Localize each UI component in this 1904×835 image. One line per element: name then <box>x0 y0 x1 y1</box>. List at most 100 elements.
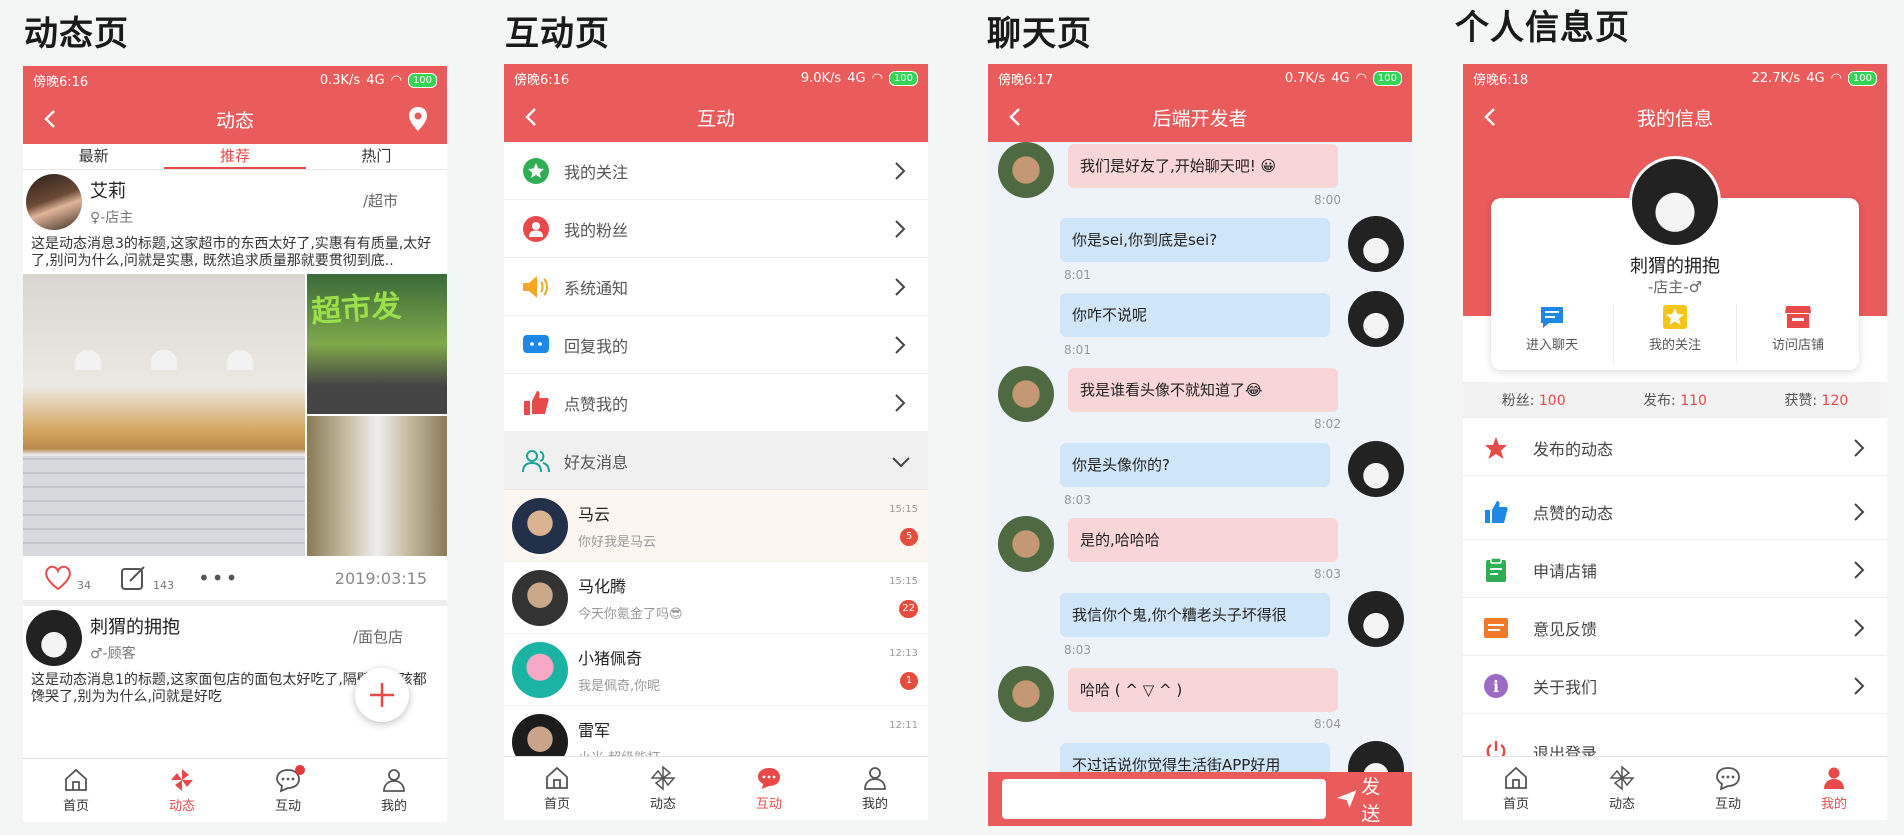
avatar[interactable] <box>1348 741 1404 772</box>
chat-bubble[interactable]: 你是sei,你到底是sei? <box>1060 218 1330 262</box>
send-button[interactable]: 发送 <box>1336 772 1398 826</box>
avatar[interactable] <box>1348 216 1404 272</box>
stat-posts[interactable]: 发布: 110 <box>1643 390 1707 410</box>
post-tag[interactable]: /面包店 <box>353 626 403 647</box>
page-title-interact: 互动页 <box>505 14 610 54</box>
post-header: 艾莉 ♀-店主 /超市 <box>23 170 447 234</box>
chat-bubble[interactable]: 你咋不说呢 <box>1060 293 1330 337</box>
tab-hot[interactable]: 热门 <box>306 144 447 169</box>
tab-moments[interactable]: 动态 <box>610 757 716 820</box>
tab-bar: 首页 动态 互动 我的 <box>1463 756 1887 820</box>
message-input[interactable] <box>1002 779 1326 819</box>
chat-bubble[interactable]: 我是谁看头像不就知道了😂 <box>1068 368 1338 412</box>
menu-item-about[interactable]: i 关于我们 <box>1463 658 1887 714</box>
tab-home[interactable]: 首页 <box>504 757 610 820</box>
tab-bar: 首页 动态 互动 我的 <box>504 756 928 820</box>
back-icon[interactable] <box>1479 105 1503 129</box>
profile-avatar[interactable] <box>1629 156 1721 248</box>
chevron-right-icon <box>895 220 906 238</box>
wifi-icon: ◠ <box>1830 70 1842 86</box>
chat-bubble[interactable]: 我信你个鬼,你个糟老头子坏得很 <box>1060 593 1330 637</box>
avatar[interactable] <box>26 610 82 666</box>
tab-label: 动态 <box>168 799 195 814</box>
tab-label: 我的 <box>380 799 407 814</box>
avatar[interactable] <box>998 366 1054 422</box>
menu-label: 系统通知 <box>564 278 629 298</box>
chat-input-bar: 发送 <box>988 772 1412 826</box>
post-tag[interactable]: /超市 <box>363 190 398 211</box>
back-icon[interactable] <box>520 105 544 129</box>
tab-moments[interactable]: 动态 <box>1569 757 1675 820</box>
tab-mine[interactable]: 我的 <box>1781 757 1887 820</box>
enter-chat-button[interactable]: 进入聊天 <box>1491 304 1614 364</box>
chat-bubble[interactable]: 不过话说你觉得生活街APP好用 <box>1060 743 1330 772</box>
comment-icon[interactable] <box>119 565 147 591</box>
visit-store-button[interactable]: 访问店铺 <box>1737 304 1859 364</box>
add-post-button[interactable] <box>355 668 409 722</box>
menu-item-my-posts[interactable]: 发布的动态 <box>1463 420 1887 476</box>
avatar[interactable] <box>998 516 1054 572</box>
menu-item-apply-store[interactable]: 申请店铺 <box>1463 542 1887 598</box>
chat-bubble[interactable]: 你是头像你的? <box>1060 443 1330 487</box>
menu-item-replies[interactable]: 回复我的 <box>504 316 928 374</box>
menu-item-feedback[interactable]: 意见反馈 <box>1463 600 1887 656</box>
friend-item[interactable]: 小猪佩奇 我是佩奇,你呢 12:13 1 <box>504 634 928 706</box>
avatar[interactable] <box>26 174 82 230</box>
send-icon <box>1336 790 1357 808</box>
avatar[interactable] <box>1348 441 1404 497</box>
friends-section-header[interactable]: 好友消息 <box>504 432 928 490</box>
avatar[interactable] <box>1348 591 1404 647</box>
chat-area[interactable]: 我们是好友了,开始聊天吧! 😀 8:00 你是sei,你到底是sei? 8:01… <box>988 142 1412 772</box>
menu-item-liked-posts[interactable]: 点赞的动态 <box>1463 484 1887 540</box>
status-speed: 9.0K/s <box>800 70 842 86</box>
bakery-image[interactable] <box>23 274 305 556</box>
supermarket-sign-image[interactable]: 超市发 <box>307 274 447 414</box>
avatar <box>512 497 568 554</box>
avatar[interactable] <box>1348 291 1404 347</box>
battery-icon: 100 <box>888 70 918 86</box>
chat-bubble[interactable]: 我们是好友了,开始聊天吧! 😀 <box>1068 144 1338 188</box>
tab-home[interactable]: 首页 <box>1463 757 1569 820</box>
chat-bubble[interactable]: 哈哈 ( ^ ▽ ^ ) <box>1068 668 1338 712</box>
tab-interact[interactable]: 互动 <box>716 757 822 820</box>
post-images[interactable]: 超市发 <box>23 274 447 556</box>
tab-mine[interactable]: 我的 <box>822 757 928 820</box>
post-text[interactable]: 这是动态消息3的标题,这家超市的东西太好了,实惠有有质量,太好了,别问为什么,问… <box>23 236 447 270</box>
menu-item-fans[interactable]: 我的粉丝 <box>504 200 928 258</box>
wifi-icon: ◠ <box>871 70 883 86</box>
stat-likes[interactable]: 获赞: 120 <box>1784 390 1848 410</box>
tab-interact[interactable]: 互动 <box>1675 757 1781 820</box>
menu-item-likes[interactable]: 点赞我的 <box>504 374 928 432</box>
back-icon[interactable] <box>1004 105 1028 129</box>
menu-item-following[interactable]: 我的关注 <box>504 142 928 200</box>
post-author[interactable]: 艾莉 <box>90 177 133 203</box>
back-icon[interactable] <box>39 107 63 131</box>
avatar[interactable] <box>998 142 1054 198</box>
avatar[interactable] <box>998 666 1054 722</box>
aisle-image[interactable] <box>307 416 447 556</box>
friend-item[interactable]: 马化腾 今天你氪金了吗😎 15:15 22 <box>504 562 928 634</box>
location-icon[interactable] <box>407 106 429 132</box>
user-icon <box>864 767 886 790</box>
tab-latest[interactable]: 最新 <box>23 144 164 169</box>
menu-item-notices[interactable]: 系统通知 <box>504 258 928 316</box>
my-follows-button[interactable]: 我的关注 <box>1614 304 1737 364</box>
stat-fans[interactable]: 粉丝: 100 <box>1502 390 1566 410</box>
status-bar: 傍晚6:18 22.7K/s 4G ◠ 100 <box>1463 64 1887 92</box>
network-label: 4G <box>366 72 385 88</box>
friend-name: 马云 <box>578 505 611 524</box>
menu-label: 我的关注 <box>564 162 629 182</box>
post-author[interactable]: 刺猬的拥抱 <box>90 613 180 639</box>
chevron-right-icon <box>895 336 906 354</box>
friend-item[interactable]: 马云 你好我是马云 15:15 5 <box>504 490 928 562</box>
tab-interact[interactable]: 互动 <box>235 759 341 822</box>
tab-moments[interactable]: 动态 <box>129 759 235 822</box>
tab-mine[interactable]: 我的 <box>341 759 447 822</box>
tab-recommended[interactable]: 推荐 <box>164 144 306 169</box>
chat-bubble[interactable]: 是的,哈哈哈 <box>1068 518 1338 562</box>
stat-value: 120 <box>1821 393 1849 409</box>
friend-time: 15:15 <box>889 504 918 515</box>
more-icon[interactable]: ••• <box>198 566 239 590</box>
tab-home[interactable]: 首页 <box>23 759 129 822</box>
heart-icon[interactable] <box>43 565 73 591</box>
